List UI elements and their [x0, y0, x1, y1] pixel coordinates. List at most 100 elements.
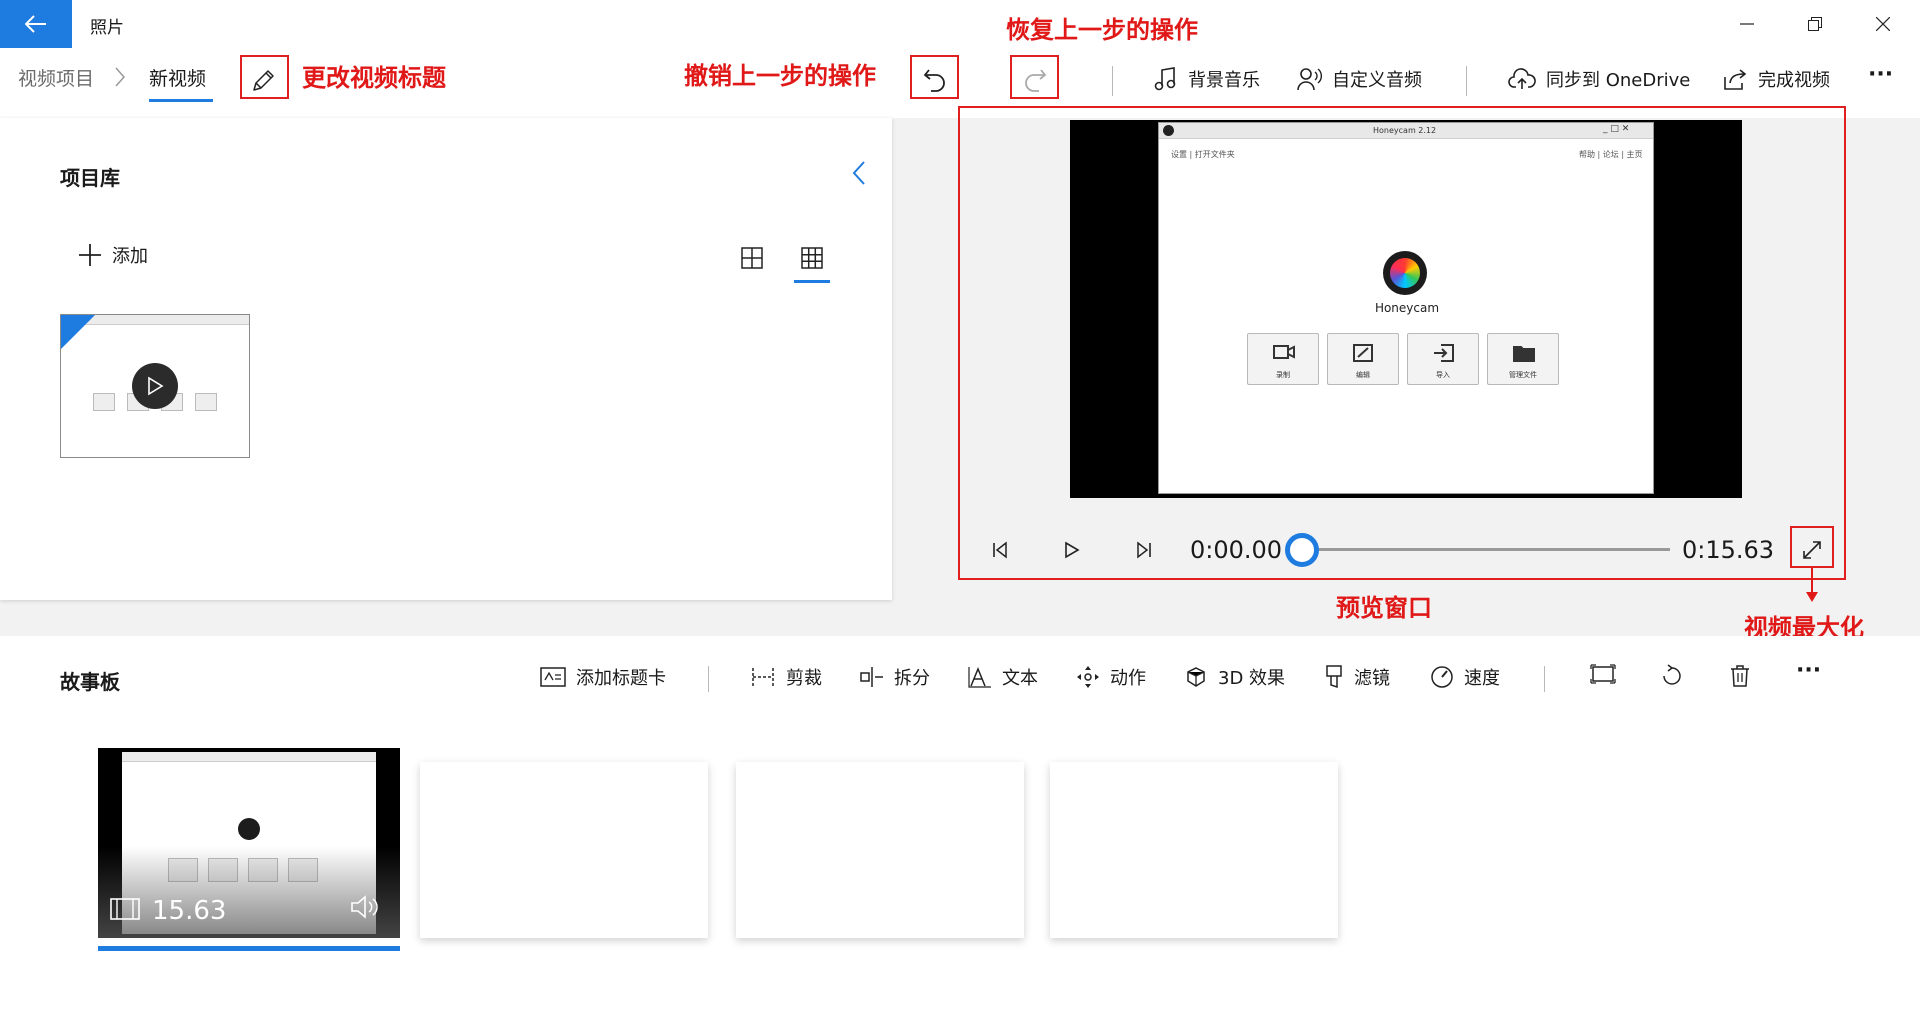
project-library-panel: 项目库 添加: [0, 118, 892, 600]
film-strip-icon: [110, 898, 140, 920]
breadcrumb-parent[interactable]: 视频项目: [18, 64, 94, 91]
next-frame-icon: [1137, 541, 1151, 559]
collapse-chevron-icon[interactable]: [852, 160, 866, 186]
restore-button[interactable]: [1784, 0, 1846, 48]
annotation-box-redo: [1010, 55, 1059, 99]
add-media-label: 添加: [112, 246, 148, 267]
motion-icon: [1077, 666, 1099, 688]
speed-button[interactable]: 速度: [1430, 664, 1500, 690]
split-button[interactable]: 拆分: [860, 664, 930, 690]
speed-label: 速度: [1464, 668, 1500, 689]
total-time: 0:15.63: [1682, 536, 1775, 564]
preview-video-area[interactable]: Honeycam 2.12 _ □ ✕ 设置 | 打开文件夹 帮助 | 论坛 |…: [1070, 120, 1742, 498]
3d-effects-icon: [1187, 667, 1205, 687]
storyboard-empty-slot[interactable]: [736, 762, 1024, 938]
sync-onedrive-label: 同步到 OneDrive: [1546, 70, 1691, 91]
3d-effects-label: 3D 效果: [1218, 668, 1286, 689]
storyboard-divider: [1544, 666, 1545, 692]
trash-icon: [1731, 665, 1749, 687]
annotation-rename-title: 更改视频标题: [302, 64, 446, 92]
annotation-preview-window: 预览窗口: [1336, 594, 1432, 622]
storyboard-empty-slot[interactable]: [1050, 762, 1338, 938]
finish-video-label: 完成视频: [1758, 70, 1830, 91]
seek-track[interactable]: [1290, 548, 1670, 551]
motion-label: 动作: [1110, 668, 1146, 689]
next-frame-button[interactable]: [1126, 534, 1162, 566]
close-icon: [1876, 17, 1890, 31]
close-button[interactable]: [1852, 0, 1914, 48]
delete-button[interactable]: [1730, 664, 1750, 688]
background-music-label: 背景音乐: [1188, 70, 1260, 91]
camera-icon: [1273, 345, 1295, 359]
sync-onedrive-button[interactable]: 同步到 OneDrive: [1508, 66, 1690, 92]
add-media-button[interactable]: 添加: [78, 242, 148, 268]
text-button[interactable]: 文本: [968, 664, 1038, 690]
storyboard-more-button[interactable]: ···: [1796, 658, 1821, 683]
finish-video-button[interactable]: 完成视频: [1722, 66, 1830, 92]
preview-inner-app-window: Honeycam 2.12 _ □ ✕ 设置 | 打开文件夹 帮助 | 论坛 |…: [1158, 122, 1654, 494]
annotation-box-undo: [910, 55, 959, 99]
play-button[interactable]: [1054, 534, 1090, 566]
annotation-redo: 恢复上一步的操作: [1006, 16, 1198, 44]
inner-titlebar: Honeycam 2.12 _ □ ✕: [1159, 123, 1653, 139]
current-time: 0:00.00: [1190, 536, 1283, 564]
breadcrumb-current[interactable]: 新视频: [149, 64, 206, 91]
volume-icon[interactable]: [350, 894, 382, 920]
clip-duration: 15.63: [152, 896, 227, 926]
resize-icon: [1590, 664, 1616, 684]
annotation-box-edit-title: [240, 55, 289, 99]
toolbar-divider: [1112, 66, 1113, 96]
rotate-button[interactable]: [1660, 664, 1684, 688]
background-music-button[interactable]: 背景音乐: [1154, 66, 1260, 92]
seek-thumb[interactable]: [1285, 533, 1319, 567]
add-title-card-button[interactable]: 添加标题卡: [540, 664, 666, 690]
inner-button-label: 管理文件: [1509, 371, 1537, 379]
storyboard-empty-slot[interactable]: [420, 762, 708, 938]
trim-button[interactable]: 剪裁: [750, 664, 822, 690]
large-grid-view-button[interactable]: [734, 240, 770, 276]
motion-button[interactable]: 动作: [1076, 664, 1146, 690]
text-icon: [968, 667, 991, 688]
storyboard-divider: [708, 666, 709, 692]
clip-selected-underline: [98, 946, 400, 951]
inner-app-logo-icon: [1163, 125, 1174, 136]
trim-label: 剪裁: [786, 668, 822, 689]
inner-import-button: 导入: [1407, 333, 1479, 385]
custom-audio-button[interactable]: 自定义音频: [1296, 66, 1422, 92]
filters-button[interactable]: 滤镜: [1324, 664, 1390, 690]
music-note-icon: [1154, 67, 1176, 91]
filters-label: 滤镜: [1354, 668, 1390, 689]
library-media-thumbnail[interactable]: [60, 314, 250, 458]
speedometer-icon: [1431, 666, 1453, 688]
split-icon: [860, 667, 883, 687]
honeycam-logo-icon: [1383, 251, 1427, 295]
inner-edit-button: 编辑: [1327, 333, 1399, 385]
add-title-card-label: 添加标题卡: [576, 668, 666, 689]
maximize-preview-button[interactable]: [1794, 534, 1830, 566]
small-grid-view-button[interactable]: [794, 240, 830, 276]
minimize-button[interactable]: [1716, 0, 1778, 48]
play-overlay-button[interactable]: [132, 363, 178, 409]
3d-effects-button[interactable]: 3D 效果: [1184, 664, 1285, 690]
inner-button-label: 编辑: [1356, 371, 1370, 379]
title-card-icon: [540, 667, 566, 687]
inner-menu-left: 设置 | 打开文件夹: [1171, 150, 1235, 159]
storyboard-title: 故事板: [60, 670, 120, 694]
plus-icon: [79, 244, 101, 266]
back-button[interactable]: [0, 0, 72, 48]
resize-button[interactable]: [1590, 664, 1616, 684]
view-selected-underline: [794, 280, 830, 283]
honeycam-name: Honeycam: [1374, 301, 1440, 315]
breadcrumb-underline: [149, 99, 213, 102]
text-label: 文本: [1002, 668, 1038, 689]
clip-frame-titlebar: [122, 752, 376, 762]
selected-corner-marker: [61, 315, 95, 349]
inner-button-label: 导入: [1436, 371, 1450, 379]
custom-audio-label: 自定义音频: [1332, 70, 1422, 91]
more-options-button[interactable]: ···: [1868, 62, 1893, 87]
folder-icon: [1513, 346, 1535, 362]
previous-frame-button[interactable]: [982, 534, 1018, 566]
title-bar: 照片: [0, 0, 1920, 48]
storyboard-clip[interactable]: 15.63: [98, 748, 400, 938]
storyboard-panel: 故事板 添加标题卡 剪裁 拆分 文本 动作 3D 效果 滤镜 速度 ··· 15…: [0, 636, 1920, 1020]
